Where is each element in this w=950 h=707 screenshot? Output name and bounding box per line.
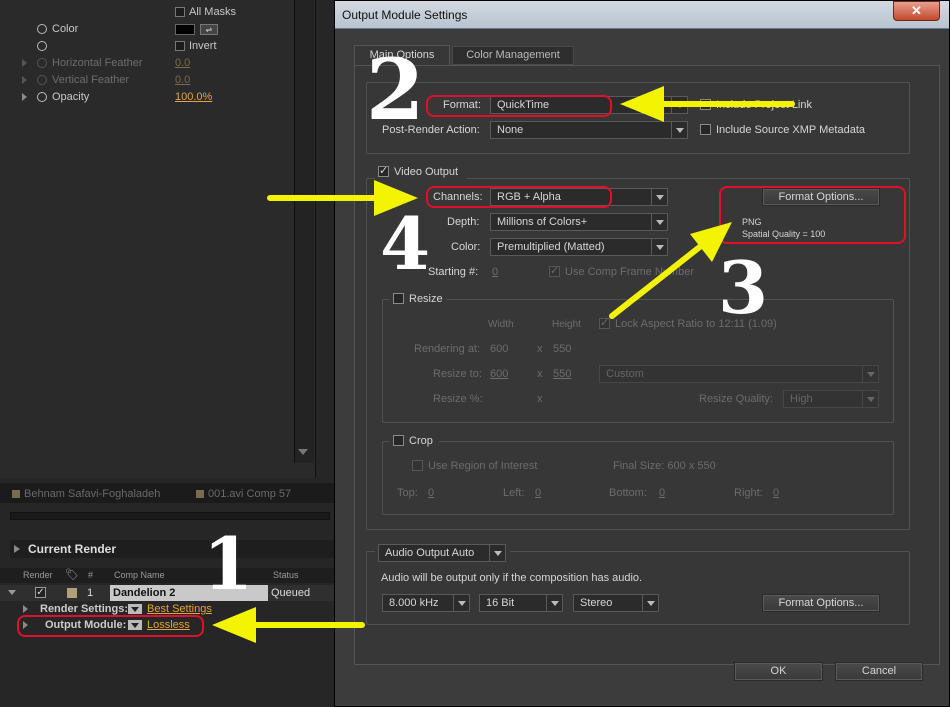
arrow-head-icon xyxy=(212,607,256,643)
step-number-1: 1 xyxy=(203,521,254,606)
step-number-3: 3 xyxy=(718,245,769,330)
annotation-arrows xyxy=(212,86,795,643)
arrow-to-format-options xyxy=(609,239,709,319)
step-number-4: 4 xyxy=(380,201,431,286)
step-number-2: 2 xyxy=(366,40,425,139)
arrow-head-icon xyxy=(620,86,664,122)
